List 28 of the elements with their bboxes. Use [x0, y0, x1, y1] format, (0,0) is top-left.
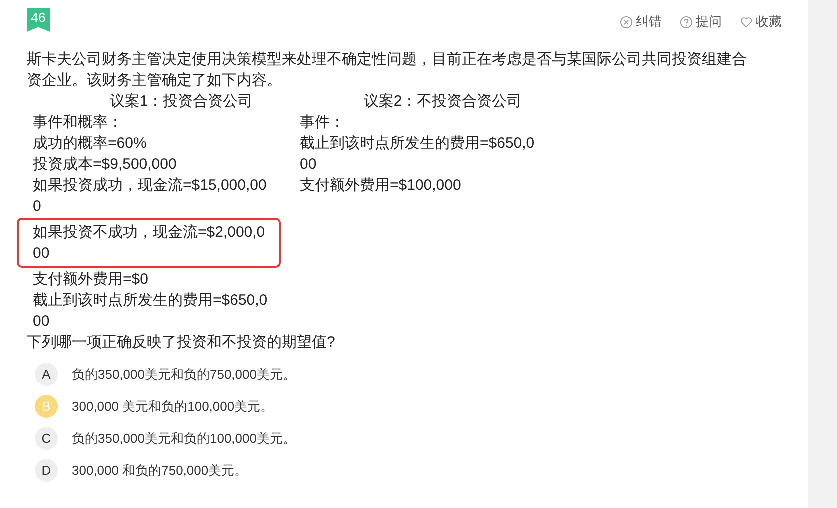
action-link[interactable]: 收藏 — [740, 13, 782, 31]
proposal-heading: 议案1：投资合资公司 — [108, 92, 254, 112]
proposal-line: 截止到该时点所发生的费用=$650,000 — [300, 134, 536, 175]
heart-icon — [740, 16, 753, 28]
proposal-line: 事件和概率： — [33, 113, 124, 133]
option-letter[interactable]: C — [35, 427, 58, 450]
option-text[interactable]: 300,000 和负的750,000美元。 — [72, 462, 248, 480]
proposal-heading: 议案2：不投资合资公司 — [362, 92, 524, 112]
option-letter[interactable]: A — [35, 363, 58, 386]
proposal-line: 支付额外费用=$100,000 — [300, 176, 462, 196]
help-icon — [680, 16, 693, 28]
close-circle-icon — [620, 16, 633, 28]
option-text[interactable]: 负的350,000美元和负的750,000美元。 — [72, 366, 296, 384]
option-text[interactable]: 300,000 美元和负的100,000美元。 — [72, 398, 274, 416]
proposal-line: 事件： — [300, 113, 346, 133]
proposal-line: 投资成本=$9,500,000 — [33, 155, 178, 175]
proposal-line: 成功的概率=60% — [33, 134, 148, 154]
proposal-line: 截止到该时点所发生的费用=$650,000 — [33, 291, 269, 332]
proposal-line: 如果投资成功，现金流=$15,000,000 — [33, 176, 268, 217]
option-letter[interactable]: D — [35, 459, 58, 482]
option-text[interactable]: 负的350,000美元和负的100,000美元。 — [72, 430, 296, 448]
prompt-text: 下列哪一项正确反映了投资和不投资的期望值? — [27, 333, 336, 353]
action-link[interactable]: 提问 — [680, 13, 722, 31]
question-number-badge: 46 — [27, 8, 50, 32]
proposal-line: 如果投资不成功，现金流=$2,000,000 — [19, 220, 279, 266]
proposal-line: 支付额外费用=$0 — [33, 270, 150, 290]
question-text: 斯卡夫公司财务主管决定使用决策模型来处理不确定性问题，目前正在考虑是否与某国际公司共同投资组建合资企业。该财务主管确定了如下内容。 — [27, 50, 748, 91]
action-link[interactable]: 纠错 — [620, 13, 662, 31]
